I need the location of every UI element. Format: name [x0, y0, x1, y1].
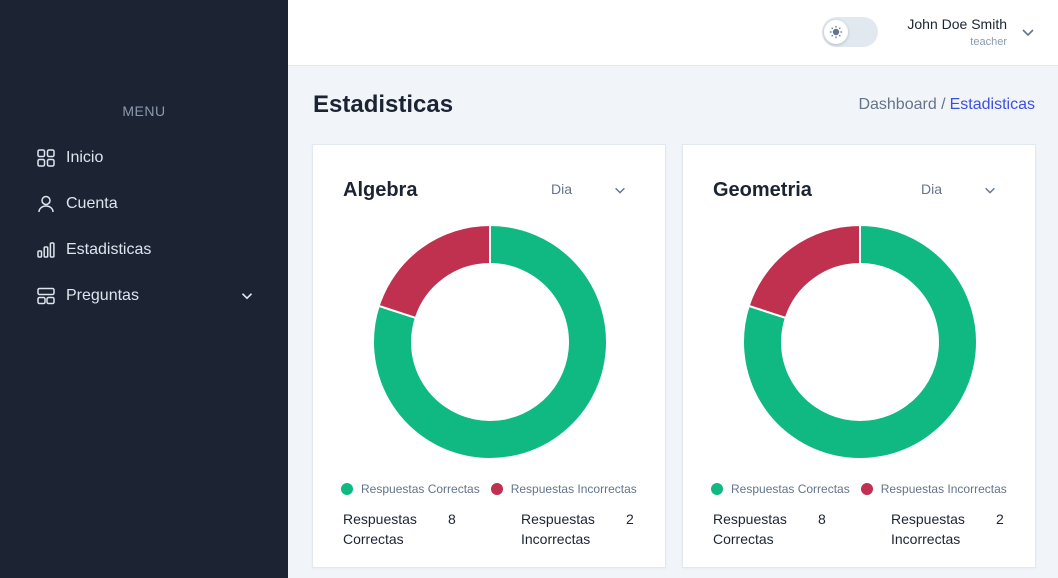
- toggle-knob: [824, 20, 848, 44]
- sidebar-item-estadisticas[interactable]: Estadisticas: [36, 236, 256, 264]
- user-menu[interactable]: John Doe Smith teacher: [907, 16, 1007, 48]
- sidebar-item-label: Estadisticas: [66, 241, 152, 258]
- top-bar: John Doe Smith teacher: [288, 0, 1058, 66]
- sun-icon: [829, 25, 843, 39]
- sidebar: MENU Inicio Cuenta Estadisticas Pregunta…: [0, 0, 288, 578]
- stat-incorrect-value: 2: [996, 511, 1004, 527]
- card-title: Algebra: [343, 179, 418, 201]
- menu-title: MENU: [122, 103, 166, 119]
- donut-chart: [372, 224, 608, 460]
- stats-card-algebra: Algebra Dia Respuestas Correctas Respues…: [312, 144, 666, 568]
- breadcrumb-dashboard-link[interactable]: Dashboard /: [858, 96, 945, 113]
- legend-entry-correct[interactable]: Respuestas Correctas: [341, 482, 480, 496]
- chevron-down-icon: [985, 187, 995, 194]
- stat-correct: Respuestas Correctas 8: [713, 509, 826, 549]
- stat-correct-value: 8: [448, 511, 456, 527]
- sidebar-item-preguntas[interactable]: Preguntas: [36, 282, 256, 310]
- chart-legend: Respuestas Correctas Respuestas Incorrec…: [341, 482, 648, 496]
- bar-chart-icon: [37, 242, 55, 258]
- legend-label-incorrect: Respuestas Incorrectas: [880, 482, 1007, 496]
- donut-slice-incorrect[interactable]: [377, 224, 491, 320]
- legend-dot-correct: [341, 483, 353, 495]
- sidebar-item-cuenta[interactable]: Cuenta: [36, 190, 256, 218]
- breadcrumb-current: Estadisticas: [949, 96, 1035, 113]
- chevron-down-icon: [615, 187, 625, 194]
- sidebar-item-label: Preguntas: [66, 287, 139, 304]
- page-title: Estadisticas: [313, 91, 454, 118]
- stat-correct: Respuestas Correctas 8: [343, 509, 456, 549]
- user-icon: [38, 195, 54, 213]
- sidebar-item-label: Cuenta: [66, 195, 118, 212]
- stats-card-geometria: Geometria Dia Respuestas Correctas Respu…: [682, 144, 1036, 568]
- sidebar-item-label: Inicio: [66, 149, 104, 166]
- breadcrumb: Dashboard / Estadisticas: [858, 96, 1035, 114]
- period-value: Dia: [551, 181, 573, 197]
- donut-chart: [742, 224, 978, 460]
- stat-correct-label: Respuestas Correctas: [343, 511, 417, 547]
- chart-legend: Respuestas Correctas Respuestas Incorrec…: [711, 482, 1018, 496]
- legend-label-incorrect: Respuestas Incorrectas: [510, 482, 637, 496]
- legend-dot-incorrect: [860, 483, 873, 495]
- stat-incorrect-label: Respuestas Incorrectas: [521, 511, 595, 547]
- chevron-down-icon[interactable]: [238, 287, 256, 305]
- legend-entry-incorrect[interactable]: Respuestas Incorrectas: [860, 482, 1007, 496]
- card-title: Geometria: [713, 179, 812, 201]
- user-name: John Doe Smith: [907, 16, 1007, 32]
- user-role: teacher: [970, 36, 1007, 48]
- stat-incorrect-value: 2: [626, 511, 634, 527]
- grid-icon: [37, 149, 55, 167]
- period-select[interactable]: Dia: [921, 181, 997, 201]
- legend-entry-correct[interactable]: Respuestas Correctas: [711, 482, 850, 496]
- period-value: Dia: [921, 181, 943, 197]
- legend-label-correct: Respuestas Correctas: [361, 482, 480, 496]
- stat-incorrect: Respuestas Incorrectas 2: [891, 509, 1004, 549]
- sidebar-item-inicio[interactable]: Inicio: [36, 144, 256, 172]
- legend-entry-incorrect[interactable]: Respuestas Incorrectas: [490, 482, 637, 496]
- layout-icon: [37, 287, 55, 305]
- chevron-down-icon[interactable]: [1020, 24, 1036, 40]
- legend-label-correct: Respuestas Correctas: [731, 482, 850, 496]
- stat-incorrect: Respuestas Incorrectas 2: [521, 509, 634, 549]
- donut-slice-incorrect[interactable]: [747, 224, 861, 320]
- legend-dot-correct: [711, 483, 723, 495]
- legend-dot-incorrect: [490, 483, 503, 495]
- stat-incorrect-label: Respuestas Incorrectas: [891, 511, 965, 547]
- stat-correct-value: 8: [818, 511, 826, 527]
- theme-toggle[interactable]: [822, 17, 878, 47]
- stat-correct-label: Respuestas Correctas: [713, 511, 787, 547]
- period-select[interactable]: Dia: [551, 181, 627, 201]
